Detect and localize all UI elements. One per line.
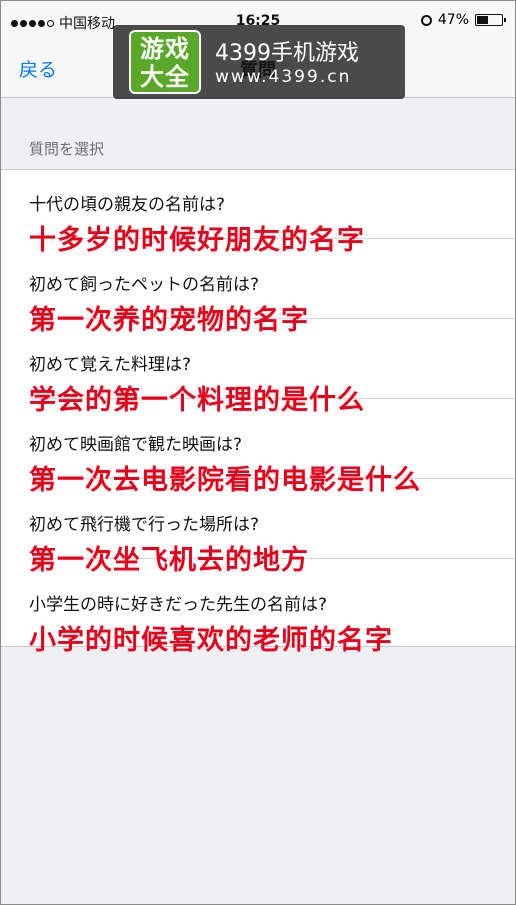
question-cell[interactable]: 初めて映画館で観た映画は? 第一次去电影院看的电影是什么	[1, 402, 515, 496]
question-text: 初めて覚えた料理は?	[29, 355, 192, 375]
question-cell[interactable]: 初めて覚えた料理は? 学会的第一个料理的是什么	[1, 322, 515, 416]
section-header: 質問を選択	[29, 140, 105, 158]
question-list: 十代の頃の親友の名前は? 十多岁的时候好朋友的名字 初めて飼ったペットの名前は? 第一…	[1, 169, 515, 656]
badge-line-2: 大全	[140, 63, 190, 91]
watermark-logo: 游戏 大全 4399手机游戏 www.4399.cn	[113, 25, 405, 99]
game-badge-icon: 游戏 大全	[129, 30, 201, 94]
battery-fill	[477, 16, 488, 24]
question-cell[interactable]: 初めて飛行機で行った場所は? 第一次坐飞机去的地方	[1, 482, 515, 576]
badge-line-1: 游戏	[140, 35, 190, 63]
question-text: 十代の頃の親友の名前は?	[29, 195, 226, 215]
watermark-url: www.4399.cn	[215, 67, 352, 87]
question-cell[interactable]: 十代の頃の親友の名前は? 十多岁的时候好朋友的名字	[1, 162, 515, 256]
watermark-title: 4399手机游戏	[215, 41, 359, 66]
question-cell[interactable]: 初めて飼ったペットの名前は? 第一次养的宠物的名字	[1, 242, 515, 336]
question-text: 小学生の時に好きだった先生の名前は?	[29, 595, 328, 615]
status-right: 47%	[420, 12, 506, 28]
translation-annotation: 小学的时候喜欢的老师的名字	[29, 625, 393, 656]
battery-icon	[475, 14, 506, 26]
battery-percent: 47%	[437, 12, 469, 28]
phone-screen: 中国移动 16:25 47% 戻る 質問 質問を選択 十代の頃の親友の名前は?十…	[0, 0, 516, 905]
alarm-icon	[420, 14, 432, 26]
question-cell[interactable]: 小学生の時に好きだった先生の名前は? 小学的时候喜欢的老师的名字	[1, 562, 515, 656]
question-text: 初めて飼ったペットの名前は?	[29, 275, 260, 295]
question-text: 初めて飛行機で行った場所は?	[29, 515, 260, 535]
question-text: 初めて映画館で観た映画は?	[29, 435, 243, 455]
